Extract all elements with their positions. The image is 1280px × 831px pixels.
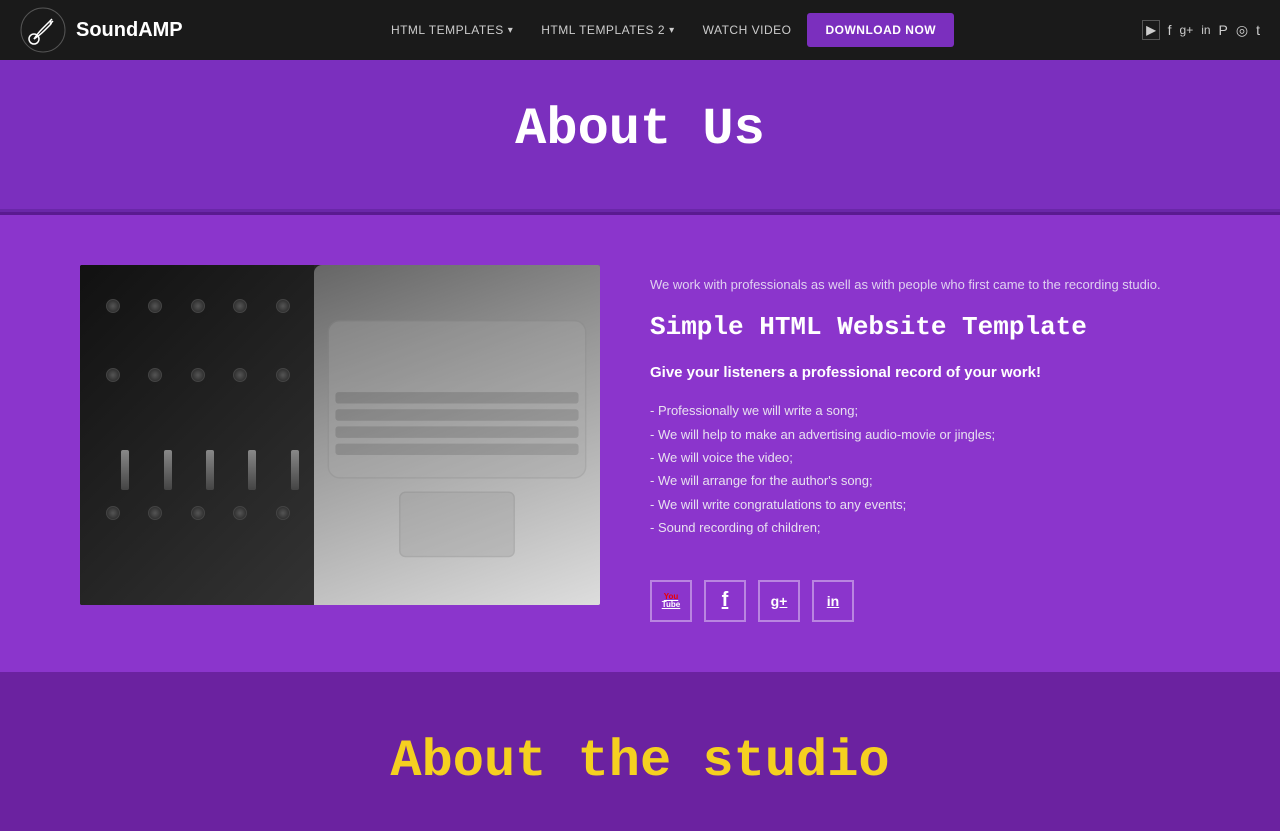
knob-11 [106, 506, 120, 520]
fader-1 [121, 450, 129, 490]
guitar-icon [20, 7, 66, 53]
knob-13 [191, 506, 205, 520]
nav-link-html-templates[interactable]: HTML TEMPLATES ▾ [379, 15, 525, 45]
nav-linkedin-icon[interactable]: in [1201, 23, 1210, 37]
laptop-svg [314, 265, 600, 605]
content-social-icons: You Tube f g+ in [650, 580, 1200, 622]
content-youtube-icon[interactable]: You Tube [650, 580, 692, 622]
knob-4 [233, 299, 247, 313]
content-list: - Professionally we will write a song; -… [650, 399, 1200, 539]
bottom-section: About the studio [0, 672, 1280, 831]
nav-instagram-icon[interactable]: ◎ [1236, 22, 1248, 39]
knob-12 [148, 506, 162, 520]
nav-link-html-templates-2[interactable]: HTML TEMPLATES 2 ▾ [529, 15, 686, 45]
fader-4 [248, 450, 256, 490]
content-subtitle: We work with professionals as well as wi… [650, 275, 1200, 295]
nav-facebook-icon[interactable]: f [1168, 22, 1172, 38]
content-facebook-icon[interactable]: f [704, 580, 746, 622]
knob-6 [106, 368, 120, 382]
knob-3 [191, 299, 205, 313]
nav-google-plus-icon[interactable]: g+ [1180, 23, 1194, 37]
list-item: - We will help to make an advertising au… [650, 423, 1200, 446]
list-item: - Sound recording of children; [650, 516, 1200, 539]
list-item: - Professionally we will write a song; [650, 399, 1200, 422]
list-item: - We will arrange for the author's song; [650, 469, 1200, 492]
knob-1 [106, 299, 120, 313]
nav-social-icons: ▶ f g+ in P ◎ t [1142, 20, 1260, 40]
nav-youtube-icon[interactable]: ▶ [1142, 20, 1159, 40]
studio-image [80, 265, 600, 605]
hero-title: About Us [20, 100, 1260, 159]
list-item: - We will voice the video; [650, 446, 1200, 469]
content-linkedin-icon[interactable]: in [812, 580, 854, 622]
content-text: We work with professionals as well as wi… [650, 265, 1200, 622]
dropdown-caret-2: ▾ [669, 25, 675, 36]
fader-3 [206, 450, 214, 490]
knob-9 [233, 368, 247, 382]
fader-5 [291, 450, 299, 490]
knob-7 [148, 368, 162, 382]
knob-14 [233, 506, 247, 520]
content-google-plus-icon[interactable]: g+ [758, 580, 800, 622]
dropdown-caret: ▾ [508, 25, 514, 36]
logo-text: SoundAMP [76, 19, 183, 42]
download-button[interactable]: DOWNLOAD NOW [807, 13, 954, 47]
knob-5 [276, 299, 290, 313]
nav-links: HTML TEMPLATES ▾ HTML TEMPLATES 2 ▾ WATC… [213, 13, 1121, 47]
navbar: SoundAMP HTML TEMPLATES ▾ HTML TEMPLATES… [0, 0, 1280, 60]
nav-twitter-icon[interactable]: t [1256, 22, 1260, 38]
knob-10 [276, 368, 290, 382]
hero-section: About Us [0, 60, 1280, 212]
list-item: - We will write congratulations to any e… [650, 493, 1200, 516]
nav-link-watch-video[interactable]: WATCH VIDEO [691, 15, 804, 45]
nav-pinterest-icon[interactable]: P [1219, 22, 1228, 38]
content-tagline: Give your listeners a professional recor… [650, 364, 1200, 381]
knob-8 [191, 368, 205, 382]
mixer-overlay [106, 299, 314, 571]
content-section: We work with professionals as well as wi… [0, 215, 1280, 672]
knob-15 [276, 506, 290, 520]
content-title: Simple HTML Website Template [650, 311, 1200, 345]
knob-2 [148, 299, 162, 313]
fader-2 [164, 450, 172, 490]
nav-logo[interactable]: SoundAMP [20, 7, 183, 53]
